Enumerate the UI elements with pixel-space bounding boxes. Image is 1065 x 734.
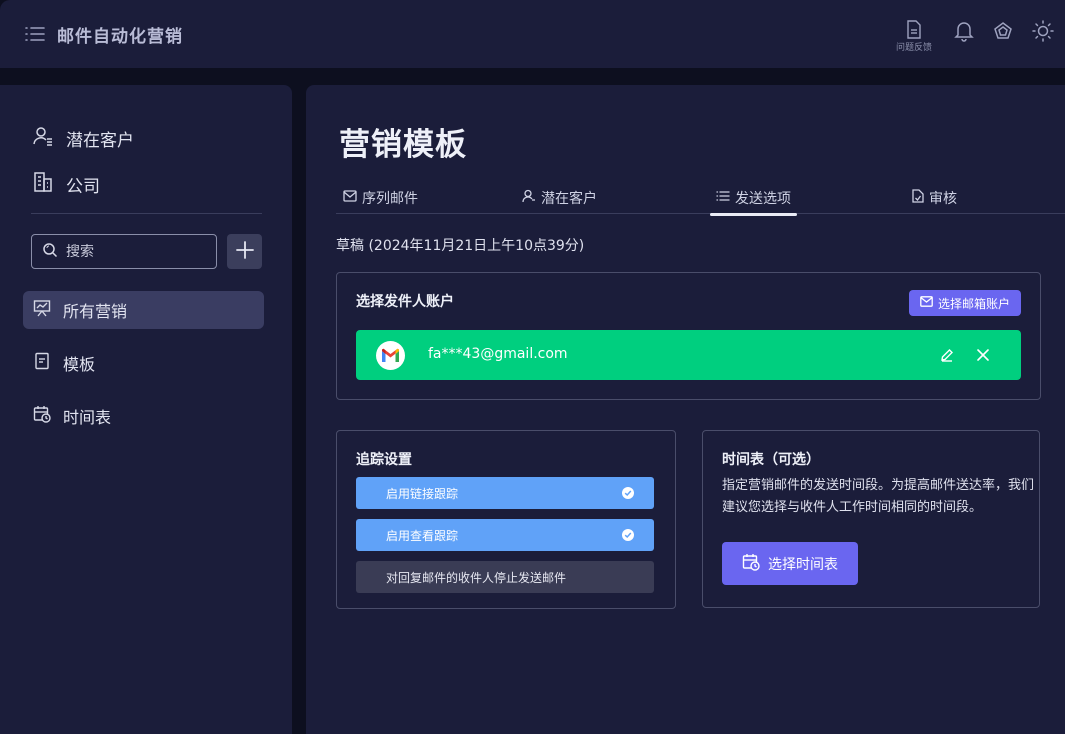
schedule-card: 时间表（可选） 指定营销邮件的发送时间段。为提高邮件送达率，我们建议您选择与收件… — [702, 430, 1040, 608]
user-list-icon — [32, 125, 54, 152]
toggle-link-tracking[interactable]: 启用链接跟踪 — [356, 477, 654, 509]
plus-icon — [235, 240, 255, 264]
page-title: 营销模板 — [339, 127, 467, 163]
toggle-open-tracking[interactable]: 启用查看跟踪 — [356, 519, 654, 551]
choose-mailbox-button[interactable]: 选择邮箱账户 — [909, 290, 1021, 316]
document-icon — [33, 352, 51, 374]
close-icon[interactable] — [976, 347, 990, 366]
sender-card-title: 选择发件人账户 — [356, 294, 454, 310]
gmail-logo-icon — [376, 341, 405, 370]
sidebar-link-leads[interactable]: 潜在客户 — [32, 125, 134, 152]
search-box[interactable] — [31, 234, 217, 269]
file-check-icon — [912, 189, 924, 207]
schedule-description: 指定营销邮件的发送时间段。为提高邮件送达率，我们建议您选择与收件人工作时间相同的… — [722, 478, 1035, 515]
sender-account-row: fa***43@gmail.com — [356, 330, 1021, 380]
search-icon — [42, 242, 58, 262]
sidebar-item-label: 模板 — [63, 355, 96, 374]
add-campaign-button[interactable] — [227, 234, 262, 269]
sidebar-item-label: 所有营销 — [63, 302, 128, 321]
toggle-stop-on-reply[interactable]: 对回复邮件的收件人停止发送邮件 — [356, 561, 654, 593]
app-title: 邮件自动化营销 — [57, 27, 183, 47]
sender-account-card: 选择发件人账户 选择邮箱账户 fa***43@gmail.com — [336, 272, 1041, 400]
bell-icon[interactable] — [954, 20, 974, 46]
presentation-chart-icon — [33, 299, 51, 321]
tab-send-options[interactable]: 发送选项 — [710, 188, 797, 216]
choose-mailbox-label: 选择邮箱账户 — [937, 296, 1010, 311]
sender-email: fa***43@gmail.com — [428, 346, 568, 362]
tab-label: 潜在客户 — [541, 191, 597, 207]
list-icon — [716, 190, 730, 206]
tab-sequence-emails[interactable]: 序列邮件 — [343, 188, 418, 208]
sidebar-item-all-campaigns[interactable]: 所有营销 — [23, 291, 264, 329]
mail-icon — [343, 190, 357, 206]
sidebar-link-label: 公司 — [66, 177, 100, 197]
sun-icon[interactable] — [1032, 20, 1054, 46]
tracking-card-title: 追踪设置 — [356, 452, 412, 468]
check-circle-icon — [622, 529, 634, 544]
sidebar-link-companies[interactable]: 公司 — [32, 171, 100, 198]
edit-icon[interactable] — [940, 347, 954, 366]
schedule-card-title: 时间表（可选） — [722, 452, 820, 468]
sidebar-item-label: 时间表 — [63, 408, 112, 427]
sidebar-item-schedules[interactable]: 时间表 — [23, 397, 264, 435]
toggle-label: 对回复邮件的收件人停止发送邮件 — [386, 570, 567, 585]
building-icon — [32, 171, 54, 198]
main-panel: 营销模板 序列邮件 潜在客户 发送选项 审核 草稿 (2024年11月21日上午… — [306, 85, 1065, 734]
menu-icon[interactable] — [24, 24, 46, 44]
calendar-clock-icon — [742, 553, 760, 575]
top-bar: 邮件自动化营销 问题反馈 — [0, 0, 1065, 68]
tab-label: 发送选项 — [735, 191, 791, 207]
sidebar-link-label: 潜在客户 — [66, 131, 134, 151]
tab-leads[interactable]: 潜在客户 — [522, 188, 597, 208]
choose-schedule-label: 选择时间表 — [768, 556, 838, 573]
mail-icon — [920, 296, 933, 310]
tab-label: 审核 — [929, 191, 957, 207]
toggle-label: 启用查看跟踪 — [386, 528, 459, 543]
tab-label: 序列邮件 — [362, 191, 418, 207]
sidebar-divider — [31, 213, 262, 214]
tab-review[interactable]: 审核 — [912, 188, 957, 208]
draft-status: 草稿 (2024年11月21日上午10点39分) — [336, 238, 585, 254]
tab-bar: 序列邮件 潜在客户 发送选项 审核 — [336, 185, 1065, 216]
choose-schedule-button[interactable]: 选择时间表 — [722, 542, 858, 585]
search-input[interactable] — [66, 243, 196, 260]
check-circle-icon — [622, 487, 634, 502]
user-icon — [522, 189, 536, 207]
sidebar: 潜在客户 公司 搜索 所有营销 模板 时间表 — [0, 85, 292, 734]
feedback-label[interactable]: 问题反馈 — [892, 40, 936, 53]
calendar-clock-icon — [33, 405, 51, 427]
toggle-label: 启用链接跟踪 — [386, 486, 459, 501]
tracking-settings-card: 追踪设置 启用链接跟踪 启用查看跟踪 对回复邮件的收件人停止发送邮件 — [336, 430, 676, 609]
sidebar-item-templates[interactable]: 模板 — [23, 344, 264, 382]
pentagon-logo-icon[interactable] — [993, 20, 1013, 46]
